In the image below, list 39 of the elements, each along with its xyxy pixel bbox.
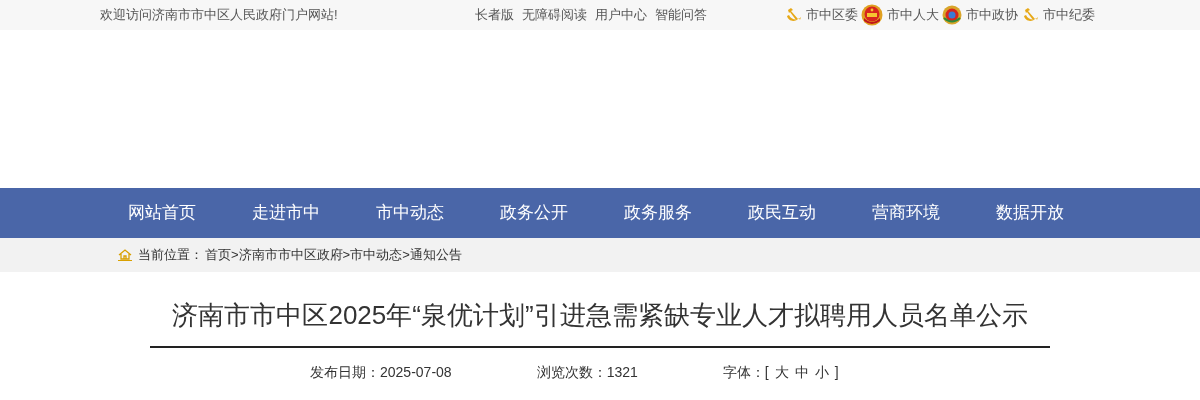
breadcrumb-separator: >	[231, 246, 239, 265]
welcome-text: 欢迎访问济南市市中区人民政府门户网站!	[100, 6, 338, 25]
site-link[interactable]: 市中政协	[942, 5, 1018, 25]
emblem-icon	[861, 4, 883, 26]
font-size-option[interactable]: 中	[794, 362, 809, 383]
breadcrumb-link[interactable]: 通知公告	[409, 245, 462, 265]
top-link[interactable]: 无障碍阅读	[521, 5, 587, 25]
breadcrumb-label: 当前位置：	[138, 246, 203, 265]
top-link[interactable]: 用户中心	[594, 5, 647, 25]
breadcrumb-link[interactable]: 市中动态	[350, 245, 403, 265]
nav-link[interactable]: 网站首页	[100, 188, 224, 238]
emblem-icon	[942, 5, 962, 25]
nav-link[interactable]: 数据开放	[968, 188, 1092, 238]
view-count: 浏览次数：1321	[536, 363, 638, 382]
hammer-sickle-icon	[1021, 7, 1039, 23]
nav-link[interactable]: 营商环境	[844, 188, 968, 238]
bracket: [	[764, 363, 769, 382]
font-size-option[interactable]: 大	[774, 362, 789, 383]
nav-link[interactable]: 市中动态	[348, 188, 472, 238]
site-link[interactable]: 市中纪委	[1021, 5, 1095, 25]
breadcrumb-link[interactable]: 济南市市中区政府	[238, 245, 343, 265]
site-link[interactable]: 市中人大	[861, 4, 939, 26]
breadcrumb-separator: >	[402, 246, 410, 265]
nav-link[interactable]: 走进市中	[224, 188, 348, 238]
breadcrumb-separator: >	[342, 246, 351, 265]
article-title: 济南市市中区2025年“泉优计划”引进急需紧缺专业人才拟聘用人员名单公示	[171, 299, 1029, 332]
hammer-sickle-icon	[784, 7, 802, 23]
breadcrumb-link[interactable]: 首页	[205, 245, 231, 265]
bracket: ]	[834, 363, 839, 382]
top-link[interactable]: 智能问答	[654, 5, 707, 25]
publish-date: 发布日期：2025-07-08	[310, 363, 452, 382]
top-link[interactable]: 长者版	[474, 5, 514, 25]
home-icon	[118, 249, 132, 261]
font-size-option[interactable]: 小	[814, 362, 829, 383]
site-link[interactable]: 市中区委	[784, 5, 858, 25]
nav-link[interactable]: 政务服务	[596, 188, 720, 238]
nav-link[interactable]: 政务公开	[472, 188, 596, 238]
nav-link[interactable]: 政民互动	[720, 188, 844, 238]
font-size-label: 字体：	[722, 363, 765, 382]
